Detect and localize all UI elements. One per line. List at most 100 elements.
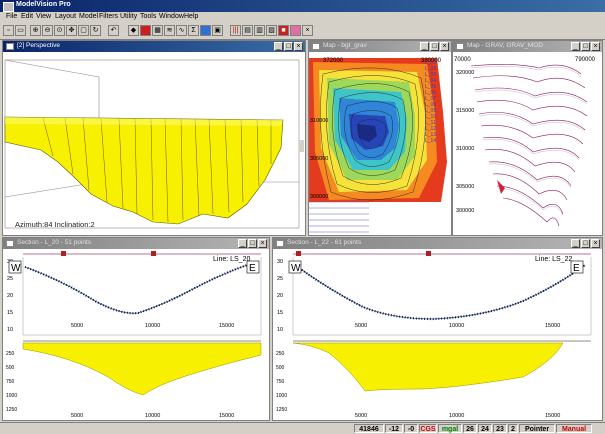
- status-grav-unit: mgal: [438, 424, 462, 433]
- chart-icon[interactable]: ▤: [242, 25, 253, 36]
- close-button[interactable]: ×: [258, 239, 267, 248]
- map1-canvas[interactable]: 372000 380000 310000 305000 300000 L_01 …: [309, 52, 451, 235]
- layers-icon[interactable]: |||: [230, 25, 241, 36]
- svg-text:5000: 5000: [71, 323, 83, 329]
- line-label: L_14: [425, 138, 436, 144]
- map1-titlebar: Map - bgt_grav _ □ ×: [309, 41, 451, 52]
- stop-icon[interactable]: ■: [278, 25, 289, 36]
- grid-icon[interactable]: ▦: [152, 25, 163, 36]
- section2-canvas[interactable]: 30 25 20 15 10 5000 10000 15000 W E Line…: [273, 249, 602, 420]
- model-icon[interactable]: ◆: [128, 25, 139, 36]
- section1-canvas[interactable]: 30 25 20 15 10 5000 10000 15000 W E Line…: [3, 249, 269, 420]
- toolbar: ▫ ▭ ⊕ ⊖ ⊙ ✥ ▢ ↻ ↶ ◆ ▦ ≋ ∿ Σ ▣ ||| ▤ ▥ ▨ …: [0, 23, 605, 40]
- svg-text:5000: 5000: [71, 413, 83, 419]
- status-n2: 24: [478, 424, 492, 433]
- model-body[interactable]: [4, 116, 284, 225]
- help-icon[interactable]: ▨: [266, 25, 277, 36]
- close-button[interactable]: ×: [440, 42, 449, 51]
- svg-text:15000: 15000: [545, 413, 560, 419]
- menu-tools[interactable]: Tools: [140, 13, 156, 20]
- menu-filters[interactable]: Filters: [99, 13, 118, 20]
- menu-file[interactable]: File: [6, 13, 17, 20]
- east-label: E: [249, 263, 256, 274]
- svg-text:15000: 15000: [219, 413, 234, 419]
- maximize-button[interactable]: □: [284, 42, 293, 51]
- line-endpoint[interactable]: [296, 251, 301, 256]
- svg-text:20: 20: [277, 293, 283, 299]
- svg-text:1000: 1000: [6, 393, 17, 399]
- svg-text:500: 500: [276, 365, 285, 371]
- svg-text:25: 25: [7, 276, 13, 282]
- body-icon[interactable]: [140, 25, 151, 36]
- map2-tick-y3: 310000: [456, 146, 474, 152]
- rotate-icon[interactable]: ↻: [90, 25, 101, 36]
- menu-window[interactable]: Window: [159, 13, 184, 20]
- profile-icon[interactable]: ∿: [176, 25, 187, 36]
- maximize-button[interactable]: □: [430, 42, 439, 51]
- close-button[interactable]: ×: [294, 42, 303, 51]
- status-value2: -12: [385, 424, 403, 433]
- svg-text:750: 750: [276, 379, 285, 385]
- line-endpoint[interactable]: [151, 251, 156, 256]
- maximize-button[interactable]: □: [581, 42, 590, 51]
- close-button[interactable]: ×: [591, 42, 600, 51]
- svg-text:10000: 10000: [449, 323, 464, 329]
- minimize-button[interactable]: _: [274, 42, 283, 51]
- compute-icon[interactable]: Σ: [188, 25, 199, 36]
- svg-text:15: 15: [7, 310, 13, 316]
- close-button[interactable]: ×: [591, 239, 600, 248]
- close-icon[interactable]: ×: [302, 25, 313, 36]
- new-icon[interactable]: ▫: [3, 25, 14, 36]
- map2-canvas[interactable]: 70000 790000 320000 315000 310000 305000…: [453, 52, 602, 235]
- menu-model[interactable]: Model: [79, 13, 98, 20]
- map2-tick-x1: 70000: [454, 57, 471, 63]
- menu-view[interactable]: View: [36, 13, 51, 20]
- perspective-title: [2] Perspective: [17, 42, 60, 49]
- status-value1: 41846: [354, 424, 384, 433]
- status-n1: 26: [463, 424, 477, 433]
- maximize-button[interactable]: □: [248, 239, 257, 248]
- map-icon[interactable]: ▣: [212, 25, 223, 36]
- section2-titlebar: Section - L_22 - 61 points _ □ ×: [273, 238, 602, 249]
- svg-text:1250: 1250: [276, 407, 287, 413]
- contour-icon[interactable]: ≋: [164, 25, 175, 36]
- section-window-2: Section - L_22 - 61 points _ □ × 30 25 2…: [272, 237, 603, 421]
- zoom-out-icon[interactable]: ⊖: [42, 25, 53, 36]
- undo-icon[interactable]: ↶: [108, 25, 119, 36]
- status-n3: 23: [493, 424, 507, 433]
- status-bar: 41846 -12 -0 CGS mgal 26 24 23 2 Pointer…: [0, 422, 605, 434]
- table-icon[interactable]: ▥: [254, 25, 265, 36]
- map1-tick-y3: 300000: [310, 194, 328, 200]
- menu-utility[interactable]: Utility: [120, 13, 137, 20]
- zoom-in-icon[interactable]: ⊕: [30, 25, 41, 36]
- minimize-button[interactable]: _: [571, 42, 580, 51]
- minimize-button[interactable]: _: [238, 239, 247, 248]
- map2-titlebar: Map - GRAV, GRAV_MOD _ □ ×: [453, 41, 602, 52]
- minimize-button[interactable]: _: [571, 239, 580, 248]
- line-endpoint[interactable]: [61, 251, 66, 256]
- map2-tick-y5: 300000: [456, 208, 474, 214]
- menu-edit[interactable]: Edit: [21, 13, 33, 20]
- scroll-handle[interactable]: [299, 140, 304, 152]
- select-icon[interactable]: ▢: [78, 25, 89, 36]
- color-icon[interactable]: [200, 25, 211, 36]
- zoom-fit-icon[interactable]: ⊙: [54, 25, 65, 36]
- map2-tick-y2: 315000: [456, 108, 474, 114]
- map1-tick-y2: 305000: [310, 156, 328, 162]
- maximize-button[interactable]: □: [581, 239, 590, 248]
- svg-text:30: 30: [277, 259, 283, 265]
- minimize-button[interactable]: _: [420, 42, 429, 51]
- palette-icon[interactable]: [290, 25, 301, 36]
- perspective-view[interactable]: [3, 52, 305, 235]
- window-icon: [276, 240, 284, 247]
- open-icon[interactable]: ▭: [15, 25, 26, 36]
- svg-text:5000: 5000: [355, 323, 367, 329]
- line-endpoint[interactable]: [426, 251, 431, 256]
- menu-help[interactable]: Help: [184, 13, 198, 20]
- svg-text:10: 10: [277, 327, 283, 333]
- svg-text:10000: 10000: [449, 413, 464, 419]
- pan-icon[interactable]: ✥: [66, 25, 77, 36]
- menu-layout[interactable]: Layout: [55, 13, 76, 20]
- line-label: Line: LS_22: [535, 256, 572, 263]
- status-calc: Manual: [556, 424, 592, 433]
